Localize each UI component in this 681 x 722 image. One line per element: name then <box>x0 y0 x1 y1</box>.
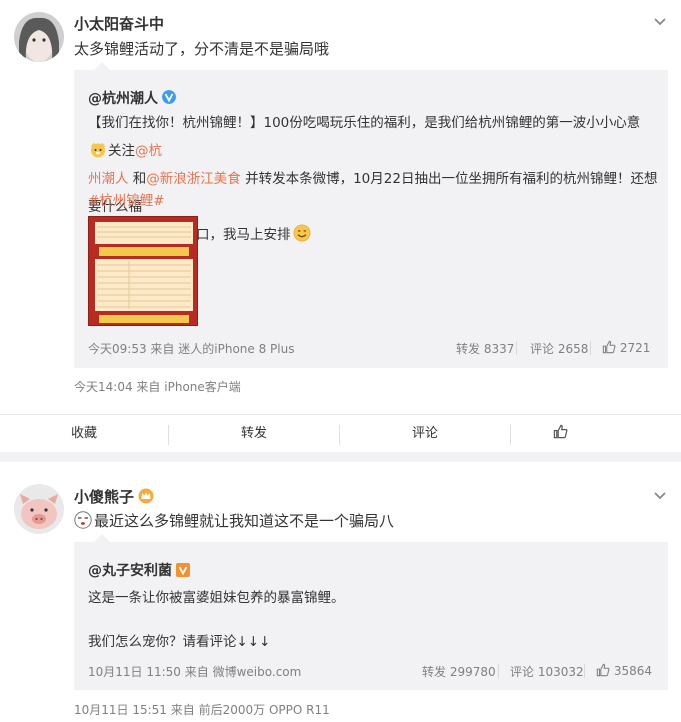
mention-hangzhouchaoren-part2[interactable]: 州潮人 <box>88 171 129 187</box>
divider <box>584 664 585 678</box>
repost-count-button[interactable]: 转发 299780 <box>422 663 496 680</box>
smile-emoji-icon <box>293 224 310 242</box>
comment-count-button[interactable]: 评论 2658 <box>530 340 588 357</box>
comment-button[interactable]: 评论 <box>340 415 510 453</box>
vip-crown-icon <box>138 488 154 504</box>
repost-author[interactable]: @丸子安利菌 <box>88 560 190 580</box>
weibo-post-2: 小傻熊子 最近这么多锦鲤就让我知道这不是一个骗局八 @丸子安利菌 这是一条让你被… <box>0 462 681 722</box>
repost-text-line1: 【我们在找你！杭州锦鲤！】100份吃喝玩乐住的福利，是我们给杭州锦鲤的第一波小小… <box>88 115 641 131</box>
vip-badge-icon <box>176 563 190 577</box>
repost-author-name[interactable]: @杭州潮人 <box>88 91 158 107</box>
repost-author[interactable]: @杭州潮人 <box>88 88 176 108</box>
verified-v-icon <box>162 90 176 104</box>
mention-xinlang-zhejiang-meishi[interactable]: @新浪浙江美食 <box>146 171 241 187</box>
chevron-down-icon[interactable] <box>652 14 668 30</box>
collect-button[interactable]: 收藏 <box>0 415 168 453</box>
repost-meta: 10月11日 11:50 来自 微博weibo.com <box>88 663 301 680</box>
avatar[interactable] <box>14 484 64 534</box>
follow-label: 关注 <box>108 143 135 159</box>
repost-author-name[interactable]: @丸子安利菌 <box>88 563 172 579</box>
post-meta: 今天14:04 来自 iPhone客户端 <box>74 378 241 395</box>
post-source: iPhone客户端 <box>164 380 241 394</box>
post-time[interactable]: 今天14:04 <box>74 380 133 394</box>
repost-button[interactable]: 转发 <box>169 415 339 453</box>
post-text-content: 最近这么多锦鲤就让我知道这不是一个骗局八 <box>94 512 395 530</box>
author-name[interactable]: 小太阳奋斗中 <box>74 13 164 34</box>
repost-time[interactable]: 10月11日 11:50 <box>88 665 181 679</box>
mention-hangzhouchaoren-part1[interactable]: @杭 <box>135 143 162 159</box>
like-count: 35864 <box>613 664 653 678</box>
weibo-post-1: 小太阳奋斗中 太多锦鲤活动了，分不清是不是骗局哦 @杭州潮人 【我们在找你！杭州… <box>0 0 681 452</box>
thumbs-up-icon <box>596 663 610 677</box>
repost-notch <box>94 534 110 542</box>
post-text: 最近这么多锦鲤就让我知道这不是一个骗局八 <box>74 510 394 531</box>
like-count-button[interactable]: 2721 <box>602 340 650 355</box>
post-source: 前后2000万 OPPO R11 <box>198 703 330 717</box>
comment-count-button[interactable]: 评论 103032 <box>510 663 584 680</box>
like-button[interactable] <box>511 415 681 453</box>
post-from-label: 来自 <box>170 703 195 717</box>
post-text: 太多锦鲤活动了，分不清是不是骗局哦 <box>74 40 330 58</box>
avatar[interactable] <box>14 12 64 62</box>
repost-notch <box>94 62 110 70</box>
repost-time[interactable]: 今天09:53 <box>88 342 147 356</box>
repost-source: 微博weibo.com <box>212 665 302 679</box>
post-meta: 10月11日 15:51 来自 前后2000万 OPPO R11 <box>74 701 330 718</box>
post-time[interactable]: 10月11日 15:51 <box>74 703 167 717</box>
repost-meta: 今天09:53 来自 迷人的iPhone 8 Plus <box>88 340 294 357</box>
hashtag-hangzhou-jinli[interactable]: #杭州锦鲤# <box>88 189 165 209</box>
thumbs-up-icon <box>553 424 567 439</box>
post-image-thumbnail[interactable] <box>88 216 198 326</box>
feed-separator <box>0 452 681 462</box>
bear-emoji-icon <box>90 142 106 158</box>
chevron-down-icon[interactable] <box>652 488 668 504</box>
and-label: 和 <box>128 171 147 187</box>
repost-text-line2: 我们怎么宠你？请看评论↓↓↓ <box>88 634 271 650</box>
repost-text-line1: 这是一条让你被富婆姐妹包养的暴富锦鲤。 <box>88 590 345 606</box>
thumbs-up-icon <box>602 340 616 354</box>
author-name[interactable]: 小傻熊子 <box>74 486 154 507</box>
repost-from-label: 来自 <box>150 342 175 356</box>
author-name-text[interactable]: 小傻熊子 <box>74 488 134 506</box>
post-from-label: 来自 <box>136 380 161 394</box>
repost-count-button[interactable]: 转发 8337 <box>456 340 514 357</box>
divider <box>498 664 499 678</box>
like-count-button[interactable]: 35864 <box>596 663 652 678</box>
reposted-weibo: @丸子安利菌 这是一条让你被富婆姐妹包养的暴富锦鲤。 我们怎么宠你？请看评论↓↓… <box>74 534 668 690</box>
action-bar: 收藏 转发 评论 <box>0 414 681 452</box>
face-emoji-icon <box>74 511 92 529</box>
repost-from-label: 来自 <box>184 665 209 679</box>
divider <box>516 341 517 355</box>
divider <box>590 341 591 355</box>
like-count: 2721 <box>619 341 651 355</box>
repost-source: 迷人的iPhone 8 Plus <box>178 342 295 356</box>
